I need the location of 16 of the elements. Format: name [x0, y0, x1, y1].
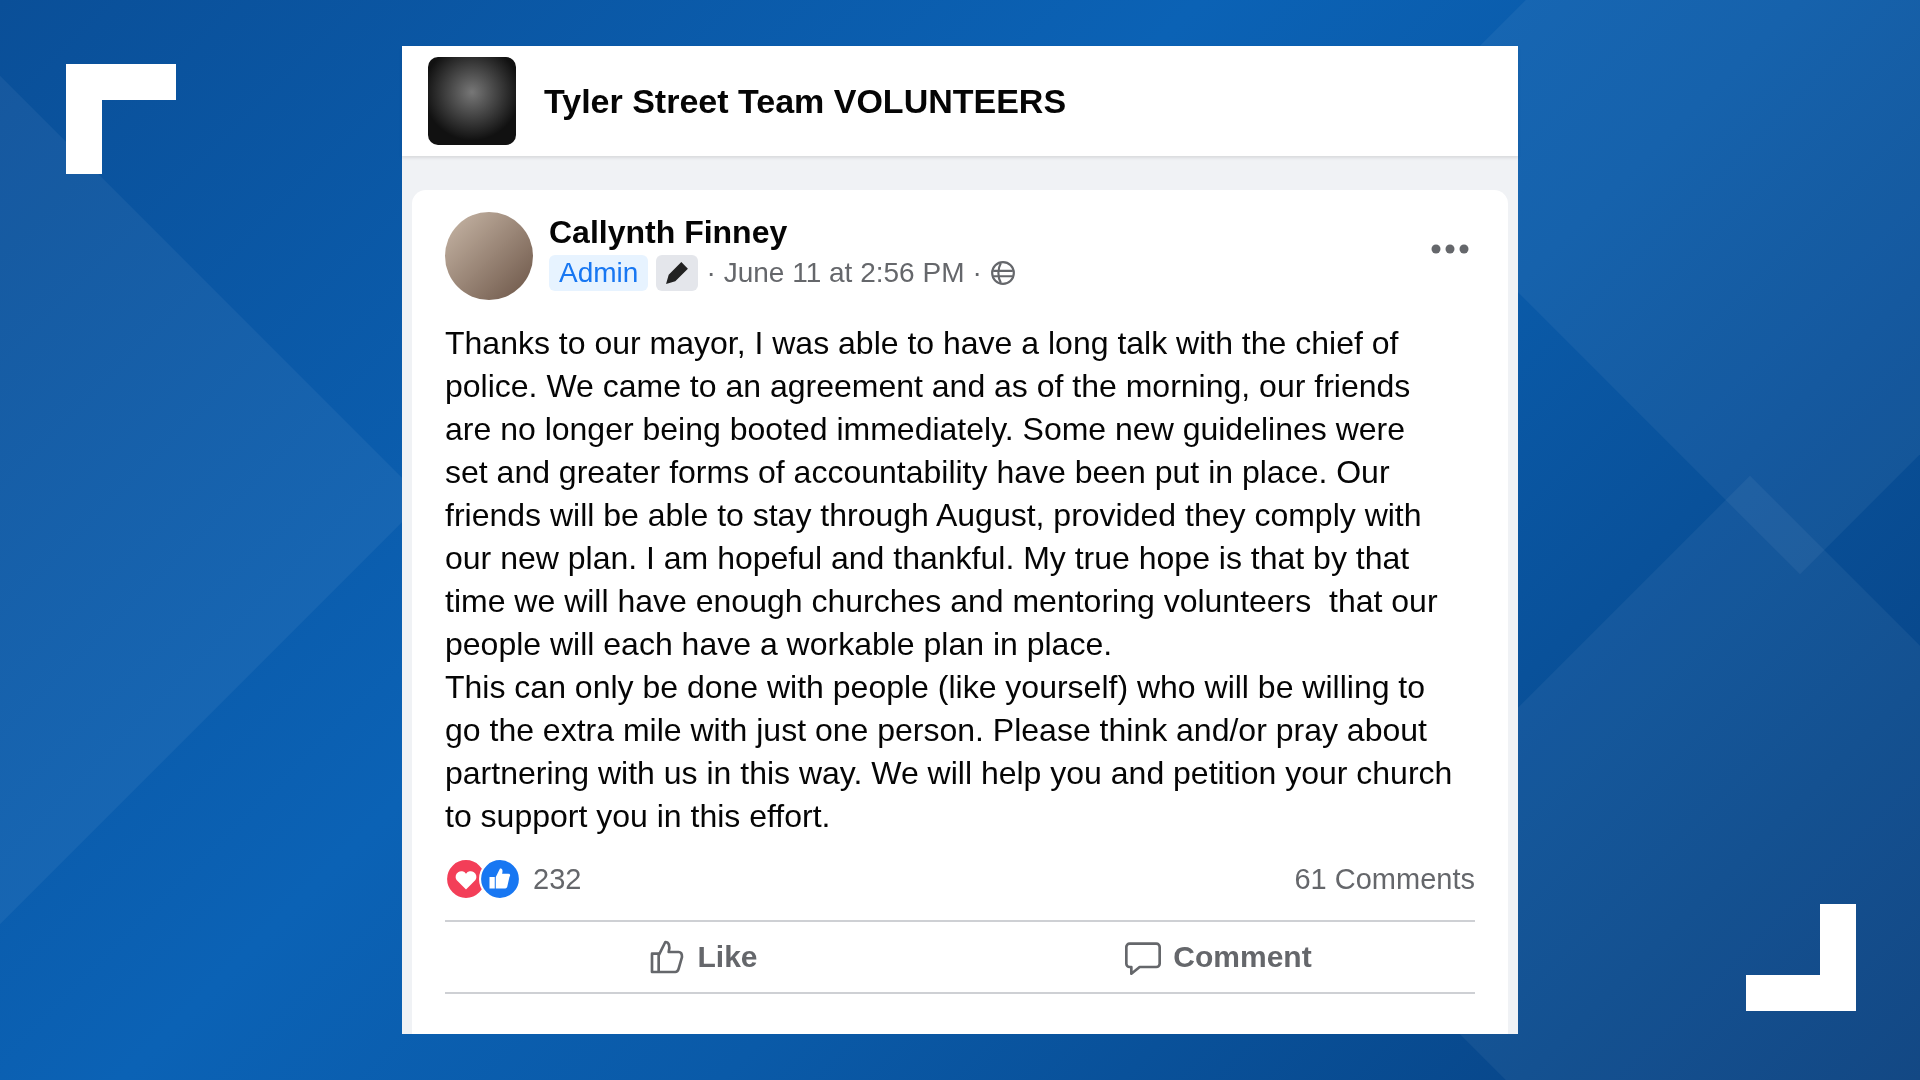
globe-icon	[989, 260, 1016, 286]
post-paragraph: This can only be done with people (like yourself) who will be willing to go the extra mile with just one person. Please think and/or pray about partnering with us in this way. We will help you and petition your church to support you in this effort.	[445, 668, 1454, 836]
admin-badge: Admin	[549, 255, 649, 291]
pen-icon	[664, 260, 691, 286]
separator: ·	[706, 257, 716, 289]
more-options-icon[interactable]	[1431, 244, 1469, 254]
comment-button[interactable]: Comment	[1111, 931, 1324, 983]
post-time[interactable]: June 11 at 2:56 PM	[723, 257, 965, 289]
group-name[interactable]: Tyler Street Team VOLUNTEERS	[544, 81, 1067, 121]
like-reaction-icon	[479, 858, 521, 900]
comment-count[interactable]: 61 Comments	[1294, 862, 1475, 896]
reaction-count[interactable]: 232	[533, 862, 1295, 896]
author-name[interactable]: Callynth Finney	[549, 214, 1415, 251]
like-button[interactable]: Like	[635, 931, 770, 983]
post-paragraph: Thanks to our mayor, I was able to have a long talk with the chief of police. We came to an agreement and as of the morning, our friends are no longer being booted immediately. Some new guidelines were set and greater forms of accountability have been put in place. Our friends will be able to stay through August, provided they comply with our new plan. I am hopeful and thankful. My true hope is that by that time we will have enough churches and mentoring volunteers that our people will each have a workable plan in place.	[445, 324, 1439, 664]
separator: ·	[972, 257, 982, 289]
